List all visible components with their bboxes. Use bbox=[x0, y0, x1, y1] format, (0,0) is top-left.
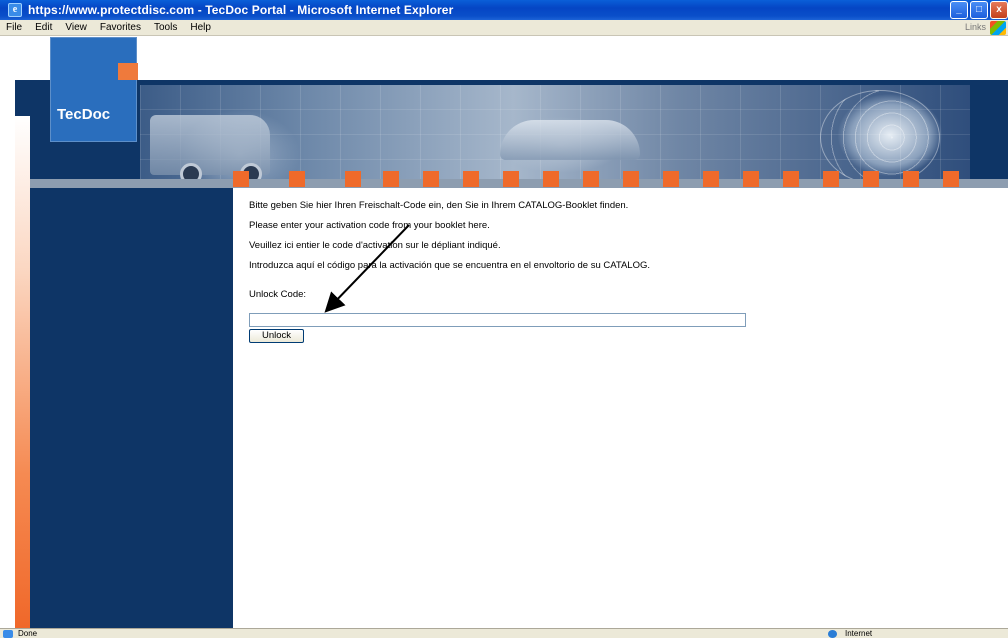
security-zone: Internet bbox=[845, 629, 873, 638]
internet-zone-icon bbox=[828, 630, 837, 638]
instruction-german: Bitte geben Sie hier Ihren Freischalt-Co… bbox=[249, 200, 629, 211]
status-text: Done bbox=[18, 629, 38, 638]
car-graphic bbox=[500, 120, 640, 160]
sidebar bbox=[30, 188, 233, 628]
web-page: TecDoc Bitte geben Sie hier Ihren Freisc… bbox=[0, 37, 1008, 628]
unlock-code-label: Unlock Code: bbox=[249, 289, 307, 300]
windows-logo-icon bbox=[990, 21, 1006, 35]
instruction-spanish: Introduzca aquí el código para la activa… bbox=[249, 260, 650, 271]
close-button[interactable]: x bbox=[990, 1, 1008, 19]
menu-help[interactable]: Help bbox=[190, 22, 211, 33]
window-controls: _ □ x bbox=[950, 1, 1008, 19]
menu-view[interactable]: View bbox=[65, 22, 87, 33]
left-gradient-stripe bbox=[15, 116, 30, 628]
page-icon bbox=[3, 630, 13, 638]
instruction-french: Veuillez ici entier le code d'activation… bbox=[249, 240, 501, 251]
internet-explorer-icon: e bbox=[8, 3, 22, 17]
menu-favorites[interactable]: Favorites bbox=[100, 22, 141, 33]
menu-file[interactable]: File bbox=[6, 22, 22, 33]
header-banner-image bbox=[140, 85, 970, 185]
menu-bar: File Edit View Favorites Tools Help Link… bbox=[0, 20, 1008, 36]
unlock-button[interactable]: Unlock bbox=[249, 329, 304, 343]
menu-tools[interactable]: Tools bbox=[154, 22, 177, 33]
links-toolbar[interactable]: Links bbox=[965, 22, 986, 32]
instruction-english: Please enter your activation code from y… bbox=[249, 220, 490, 231]
logo-text: TecDoc bbox=[57, 106, 111, 123]
menu-edit[interactable]: Edit bbox=[35, 22, 52, 33]
window-title: https://www.protectdisc.com - TecDoc Por… bbox=[28, 3, 454, 17]
unlock-code-input[interactable] bbox=[249, 313, 746, 327]
tecdoc-logo bbox=[50, 37, 137, 142]
decorative-squares bbox=[233, 171, 973, 187]
activation-form: Bitte geben Sie hier Ihren Freischalt-Co… bbox=[249, 200, 949, 343]
title-bar: e https://www.protectdisc.com - TecDoc P… bbox=[0, 0, 1008, 20]
minimize-button[interactable]: _ bbox=[950, 1, 968, 19]
logo-accent bbox=[118, 63, 138, 80]
status-bar: Done Internet bbox=[0, 628, 1008, 638]
maximize-button[interactable]: □ bbox=[970, 1, 988, 19]
